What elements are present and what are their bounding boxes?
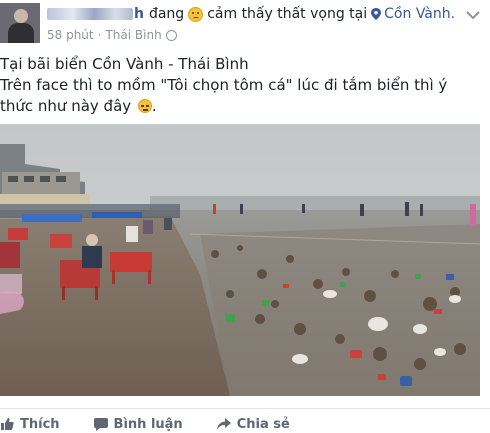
post-photo[interactable] bbox=[0, 124, 480, 396]
like-label: Thích bbox=[20, 416, 60, 432]
beach-photo-illustration bbox=[0, 124, 480, 396]
post-headline: Tại bãi biển Cồn Vành - Thái Bình bbox=[0, 55, 249, 73]
share-icon bbox=[216, 418, 231, 430]
post-meta: 58 phút · Thái Bình bbox=[47, 28, 177, 42]
feeling-prefix: đang bbox=[148, 6, 185, 22]
post-body-end: . bbox=[151, 97, 157, 115]
blurred-author-name[interactable] bbox=[47, 8, 133, 20]
post-text: Tại bãi biển Cồn Vành - Thái Bình Trên f… bbox=[0, 54, 484, 117]
comment-label: Bình luận bbox=[113, 416, 183, 432]
avatar[interactable] bbox=[0, 3, 40, 43]
author-line: h đang cảm thấy thất vọng tại Cồn Vành. bbox=[47, 6, 455, 22]
comment-icon bbox=[93, 418, 108, 431]
chevron-down-icon[interactable] bbox=[466, 10, 480, 20]
post-place[interactable]: Thái Bình bbox=[105, 28, 161, 42]
feeling-label: cảm thấy thất vọng tại bbox=[207, 6, 368, 22]
location-link[interactable]: Cồn Vành. bbox=[384, 6, 455, 22]
like-button[interactable]: Thích bbox=[0, 411, 60, 432]
comment-button[interactable]: Bình luận bbox=[93, 411, 183, 432]
avatar-body bbox=[8, 23, 34, 43]
avatar-head bbox=[14, 9, 28, 23]
globe-icon[interactable] bbox=[165, 29, 177, 41]
meta-separator: · bbox=[97, 28, 102, 42]
author-name-tail[interactable]: h bbox=[134, 6, 144, 22]
share-label: Chia sẻ bbox=[236, 416, 290, 432]
thumbs-up-icon bbox=[1, 418, 14, 430]
location-pin-icon bbox=[371, 8, 382, 20]
sad-face-emoji-icon bbox=[137, 99, 152, 113]
post-body: Trên face thì to mồm "Tôi chọn tôm cá" l… bbox=[0, 76, 448, 115]
post-time[interactable]: 58 phút bbox=[47, 28, 94, 42]
share-button[interactable]: Chia sẻ bbox=[216, 411, 290, 432]
disappointed-emoji-icon bbox=[188, 6, 204, 22]
post-actions: Thích Bình luận Chia sẻ bbox=[0, 408, 490, 433]
post-header: h đang cảm thấy thất vọng tại Cồn Vành. … bbox=[0, 0, 490, 48]
